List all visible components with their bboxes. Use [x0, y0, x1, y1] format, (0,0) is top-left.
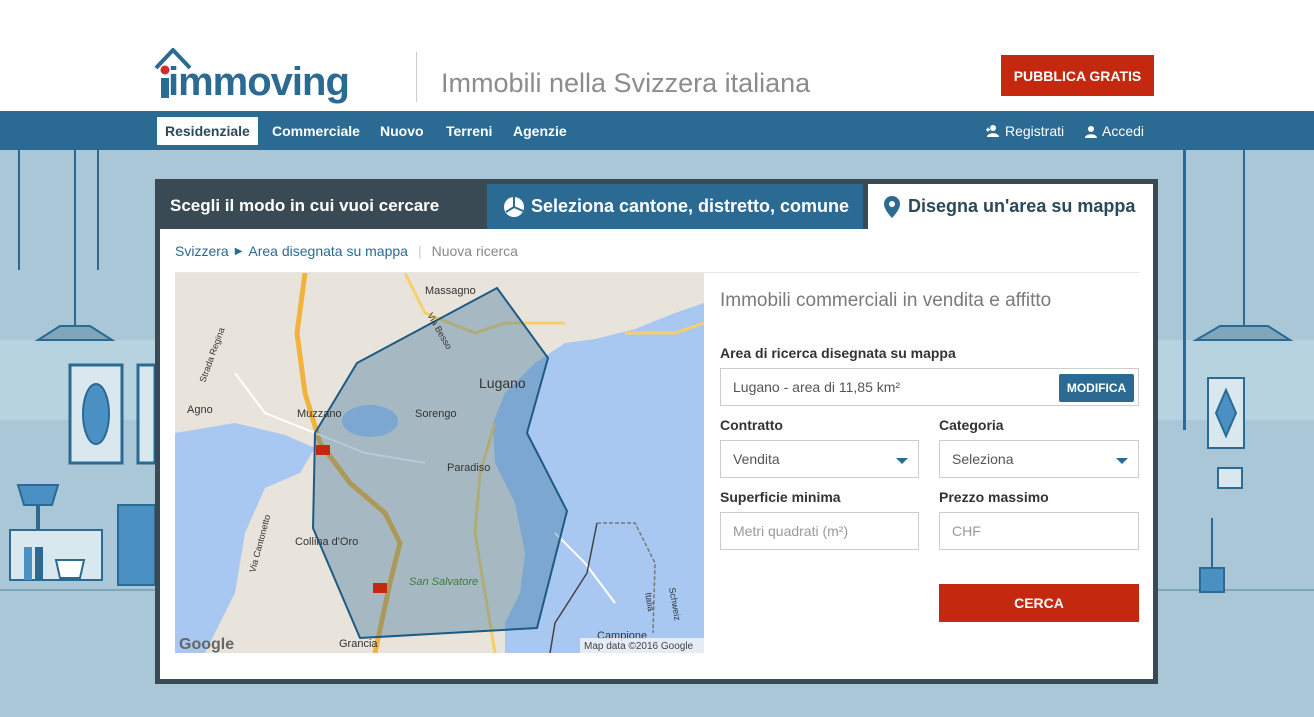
map[interactable]: Massagno Lugano Agno Muzzano Sorengo Par… [175, 273, 704, 653]
register-link[interactable]: Registrati [986, 117, 1064, 145]
nav-nuovo[interactable]: Nuovo [372, 117, 432, 145]
category-value: Seleziona [952, 451, 1014, 467]
breadcrumb-divider: | [417, 243, 422, 259]
login-link[interactable]: Accedi [1085, 117, 1144, 145]
form-title: Immobili commerciali in vendita e affitt… [720, 290, 1052, 311]
google-logo: Google [179, 636, 234, 653]
map-canvas[interactable]: Massagno Lugano Agno Muzzano Sorengo Par… [175, 273, 704, 653]
map-label-grancia: Grancia [339, 638, 378, 650]
max-price-input[interactable]: CHF [939, 512, 1139, 550]
nav-agenzie[interactable]: Agenzie [505, 117, 575, 145]
new-search-link[interactable]: Nuova ricerca [432, 243, 518, 259]
contract-select[interactable]: Vendita [720, 440, 919, 478]
contract-label: Contratto [720, 417, 783, 433]
breadcrumb-svizzera[interactable]: Svizzera [175, 243, 229, 259]
map-label-muzzano: Muzzano [297, 408, 342, 420]
header-divider [416, 52, 417, 102]
area-label: Area di ricerca disegnata su mappa [720, 345, 956, 361]
breadcrumb-drawn-area[interactable]: Area disegnata su mappa [248, 243, 408, 259]
map-pin-icon [884, 195, 900, 218]
modify-button[interactable]: MODIFICA [1059, 374, 1134, 402]
nav-terreni[interactable]: Terreni [438, 117, 500, 145]
min-surface-placeholder: Metri quadrati (m²) [733, 523, 849, 539]
caret-down-icon [1116, 458, 1128, 464]
map-label-lugano: Lugano [479, 375, 526, 391]
map-label-massagno: Massagno [425, 285, 476, 297]
map-label-agno: Agno [187, 404, 213, 416]
max-price-label: Prezzo massimo [939, 489, 1049, 505]
tab-draw-area[interactable]: Disegna un'area su mappa [868, 184, 1153, 229]
main-nav: Residenziale Commerciale Nuovo Terreni A… [0, 111, 1314, 150]
breadcrumb: Svizzera ▶ Area disegnata su mappa | Nuo… [175, 243, 518, 259]
publish-free-button[interactable]: PUBBLICA GRATIS [1001, 55, 1154, 96]
nav-commerciale[interactable]: Commerciale [264, 117, 368, 145]
contract-value: Vendita [733, 451, 780, 467]
tab-select-label: Seleziona cantone, distretto, comune [531, 196, 850, 216]
register-label: Registrati [1005, 123, 1065, 139]
tab-select-area[interactable]: Seleziona cantone, distretto, comune [487, 184, 863, 229]
search-button[interactable]: CERCA [939, 584, 1139, 622]
tab-draw-label: Disegna un'area su mappa [908, 196, 1136, 216]
map-attribution: Map data ©2016 Google [584, 641, 694, 652]
tagline: Immobili nella Svizzera italiana [441, 68, 811, 98]
add-user-icon [986, 125, 999, 137]
choose-label: Scegli il modo in cui vuoi cercare [170, 196, 440, 215]
logo[interactable]: immoving [168, 60, 350, 105]
map-label-collina-doro: Collina d'Oro [295, 536, 358, 548]
nav-residenziale[interactable]: Residenziale [157, 117, 258, 145]
login-label: Accedi [1102, 123, 1145, 139]
category-label: Categoria [939, 417, 1004, 433]
min-surface-label: Superficie minima [720, 489, 841, 505]
user-icon [1085, 125, 1097, 138]
site-header: immoving Immobili nella Svizzera italian… [0, 0, 1314, 111]
map-label-san-salvatore: San Salvatore [409, 576, 478, 588]
category-select[interactable]: Seleziona [939, 440, 1139, 478]
map-label-paradiso: Paradiso [447, 462, 490, 474]
chevron-right-icon: ▶ [234, 245, 243, 257]
max-price-placeholder: CHF [952, 523, 981, 539]
caret-down-icon [896, 458, 908, 464]
min-surface-input[interactable]: Metri quadrati (m²) [720, 512, 919, 550]
area-value: Lugano - area di 11,85 km² [733, 379, 901, 395]
pie-icon [504, 196, 524, 217]
map-label-sorengo: Sorengo [415, 408, 457, 420]
